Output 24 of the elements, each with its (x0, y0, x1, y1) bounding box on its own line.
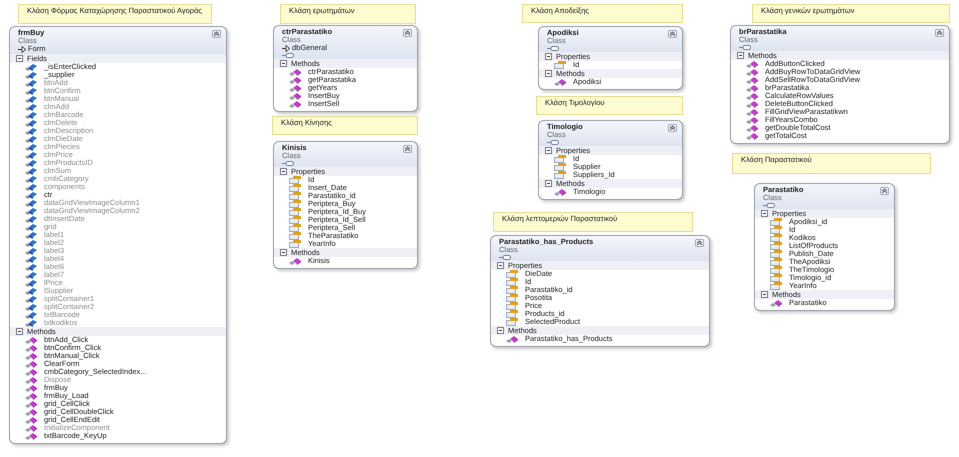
collapse-button[interactable] (880, 187, 889, 195)
method-icon (505, 335, 519, 343)
double-chevron-icon (404, 30, 411, 36)
method-icon (553, 78, 567, 86)
collapse-button[interactable] (668, 124, 677, 132)
double-chevron-icon (404, 146, 411, 152)
collapse-button[interactable] (668, 30, 677, 38)
collapse-button[interactable] (935, 29, 944, 37)
method-icon (553, 188, 567, 196)
double-chevron-icon (936, 30, 943, 36)
inheritance-arrow-icon (18, 46, 26, 52)
method-icon (288, 257, 302, 265)
double-chevron-icon (669, 125, 676, 131)
property-icon (553, 61, 567, 69)
method-icon (769, 299, 783, 307)
double-chevron-icon (696, 240, 703, 246)
double-chevron-icon (213, 31, 220, 37)
collapse-button[interactable] (403, 145, 412, 153)
inheritance-arrow-icon (282, 44, 290, 52)
double-chevron-icon (669, 31, 676, 37)
double-chevron-icon (881, 188, 888, 194)
collapse-button[interactable] (212, 30, 221, 38)
collapse-button[interactable] (403, 29, 412, 37)
collapse-button[interactable] (695, 239, 704, 247)
